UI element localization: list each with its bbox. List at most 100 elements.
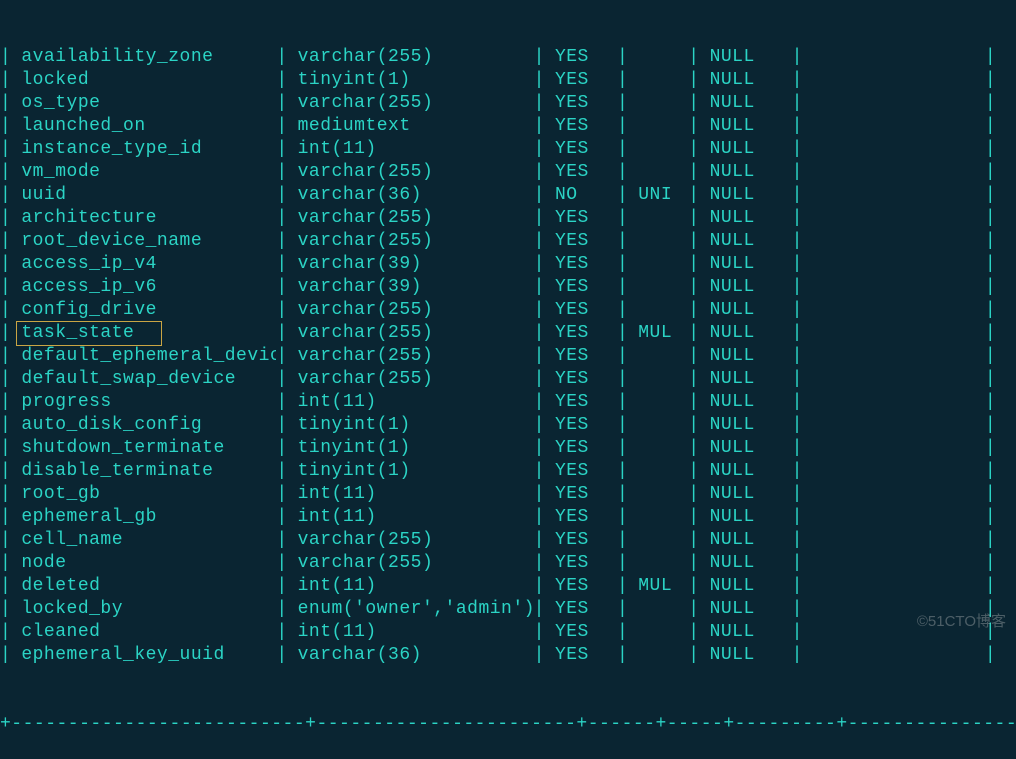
null-cell: YES bbox=[545, 644, 617, 667]
field-cell: root_gb bbox=[11, 483, 276, 506]
table-row: |shutdown_terminate|tinyint(1)|YES||NULL… bbox=[0, 437, 1016, 460]
table-row: |task_state |varchar(255)|YES|MUL|NULL|| bbox=[0, 322, 1016, 345]
null-cell: YES bbox=[545, 276, 617, 299]
null-cell: YES bbox=[545, 368, 617, 391]
table-row: |availability_zone|varchar(255)|YES||NUL… bbox=[0, 46, 1016, 69]
type-cell: mediumtext bbox=[288, 115, 534, 138]
field-cell: access_ip_v4 bbox=[11, 253, 276, 276]
null-cell: YES bbox=[545, 46, 617, 69]
field-cell: config_drive bbox=[11, 299, 276, 322]
table-row: |locked|tinyint(1)|YES||NULL|| bbox=[0, 69, 1016, 92]
table-row: |progress|int(11)|YES||NULL|| bbox=[0, 391, 1016, 414]
table-row: |default_swap_device|varchar(255)|YES||N… bbox=[0, 368, 1016, 391]
type-cell: varchar(255) bbox=[288, 322, 534, 345]
field-cell: default_ephemeral_device bbox=[11, 345, 276, 368]
table-row: |ephemeral_key_uuid|varchar(36)|YES||NUL… bbox=[0, 644, 1016, 667]
default-cell: NULL bbox=[700, 368, 792, 391]
default-cell: NULL bbox=[700, 552, 792, 575]
null-cell: YES bbox=[545, 115, 617, 138]
null-cell: YES bbox=[545, 414, 617, 437]
table-row: |os_type|varchar(255)|YES||NULL|| bbox=[0, 92, 1016, 115]
type-cell: varchar(255) bbox=[288, 92, 534, 115]
null-cell: YES bbox=[545, 598, 617, 621]
type-cell: varchar(255) bbox=[288, 345, 534, 368]
null-cell: YES bbox=[545, 506, 617, 529]
field-cell: locked_by bbox=[11, 598, 276, 621]
type-cell: varchar(255) bbox=[288, 46, 534, 69]
null-cell: YES bbox=[545, 138, 617, 161]
null-cell: YES bbox=[545, 207, 617, 230]
null-cell: YES bbox=[545, 529, 617, 552]
default-cell: NULL bbox=[700, 644, 792, 667]
default-cell: NULL bbox=[700, 184, 792, 207]
default-cell: NULL bbox=[700, 92, 792, 115]
default-cell: NULL bbox=[700, 414, 792, 437]
table-row: |launched_on|mediumtext|YES||NULL|| bbox=[0, 115, 1016, 138]
table-row: |ephemeral_gb|int(11)|YES||NULL|| bbox=[0, 506, 1016, 529]
highlighted-field: task_state bbox=[16, 321, 162, 346]
default-cell: NULL bbox=[700, 230, 792, 253]
field-cell: auto_disk_config bbox=[11, 414, 276, 437]
watermark: ©51CTO博客 bbox=[917, 610, 1006, 633]
table-row: |config_drive|varchar(255)|YES||NULL|| bbox=[0, 299, 1016, 322]
table-row: |access_ip_v6|varchar(39)|YES||NULL|| bbox=[0, 276, 1016, 299]
default-cell: NULL bbox=[700, 598, 792, 621]
default-cell: NULL bbox=[700, 299, 792, 322]
default-cell: NULL bbox=[700, 483, 792, 506]
key-cell: UNI bbox=[628, 184, 688, 207]
type-cell: varchar(36) bbox=[288, 644, 534, 667]
field-cell: uuid bbox=[11, 184, 276, 207]
null-cell: YES bbox=[545, 299, 617, 322]
field-cell: cell_name bbox=[11, 529, 276, 552]
type-cell: varchar(36) bbox=[288, 184, 534, 207]
field-cell: architecture bbox=[11, 207, 276, 230]
default-cell: NULL bbox=[700, 46, 792, 69]
default-cell: NULL bbox=[700, 276, 792, 299]
table-row: |default_ephemeral_device|varchar(255)|Y… bbox=[0, 345, 1016, 368]
field-cell: os_type bbox=[11, 92, 276, 115]
type-cell: int(11) bbox=[288, 391, 534, 414]
default-cell: NULL bbox=[700, 506, 792, 529]
table-row: |node|varchar(255)|YES||NULL|| bbox=[0, 552, 1016, 575]
type-cell: varchar(255) bbox=[288, 529, 534, 552]
null-cell: YES bbox=[545, 483, 617, 506]
null-cell: YES bbox=[545, 253, 617, 276]
table-row: |access_ip_v4|varchar(39)|YES||NULL|| bbox=[0, 253, 1016, 276]
key-cell: MUL bbox=[628, 322, 688, 345]
table-row: |auto_disk_config|tinyint(1)|YES||NULL|| bbox=[0, 414, 1016, 437]
type-cell: varchar(255) bbox=[288, 230, 534, 253]
default-cell: NULL bbox=[700, 69, 792, 92]
null-cell: YES bbox=[545, 161, 617, 184]
null-cell: YES bbox=[545, 69, 617, 92]
default-cell: NULL bbox=[700, 253, 792, 276]
null-cell: YES bbox=[545, 345, 617, 368]
field-cell: shutdown_terminate bbox=[11, 437, 276, 460]
field-cell: availability_zone bbox=[11, 46, 276, 69]
table-row: |architecture|varchar(255)|YES||NULL|| bbox=[0, 207, 1016, 230]
table-row: |uuid|varchar(36)|NO|UNI|NULL|| bbox=[0, 184, 1016, 207]
field-cell: deleted bbox=[11, 575, 276, 598]
default-cell: NULL bbox=[700, 207, 792, 230]
table-row: |instance_type_id|int(11)|YES||NULL|| bbox=[0, 138, 1016, 161]
table-row: |locked_by|enum('owner','admin')|YES||NU… bbox=[0, 598, 1016, 621]
default-cell: NULL bbox=[700, 345, 792, 368]
type-cell: varchar(39) bbox=[288, 253, 534, 276]
default-cell: NULL bbox=[700, 161, 792, 184]
field-cell: task_state bbox=[11, 321, 276, 346]
field-cell: instance_type_id bbox=[11, 138, 276, 161]
null-cell: NO bbox=[545, 184, 617, 207]
field-cell: node bbox=[11, 552, 276, 575]
null-cell: YES bbox=[545, 92, 617, 115]
type-cell: varchar(255) bbox=[288, 207, 534, 230]
type-cell: int(11) bbox=[288, 575, 534, 598]
table-body: |availability_zone|varchar(255)|YES||NUL… bbox=[0, 46, 1016, 667]
type-cell: varchar(255) bbox=[288, 299, 534, 322]
type-cell: tinyint(1) bbox=[288, 69, 534, 92]
type-cell: int(11) bbox=[288, 138, 534, 161]
field-cell: ephemeral_gb bbox=[11, 506, 276, 529]
mysql-describe-table-output: |availability_zone|varchar(255)|YES||NUL… bbox=[0, 0, 1016, 759]
table-row: |root_device_name|varchar(255)|YES||NULL… bbox=[0, 230, 1016, 253]
null-cell: YES bbox=[545, 460, 617, 483]
type-cell: varchar(255) bbox=[288, 552, 534, 575]
default-cell: NULL bbox=[700, 322, 792, 345]
